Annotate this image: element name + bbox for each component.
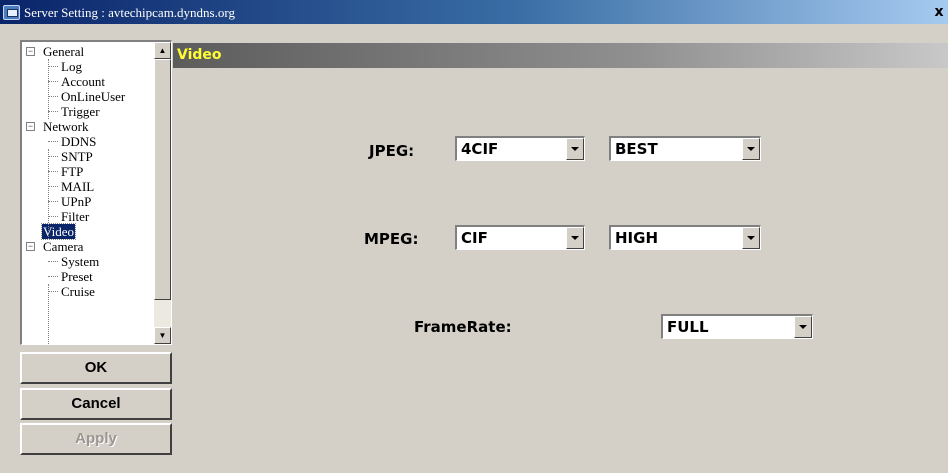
tree-item-system[interactable]: System bbox=[22, 254, 154, 269]
tree-group-network[interactable]: − Network bbox=[22, 119, 154, 134]
tree-item-label: SNTP bbox=[61, 149, 93, 164]
tree-scrollbar[interactable]: ▲ ▼ bbox=[154, 42, 171, 344]
collapse-icon[interactable]: − bbox=[26, 242, 35, 251]
app-icon bbox=[3, 5, 20, 20]
tree-group-general[interactable]: − General bbox=[22, 44, 154, 59]
tree-item-log[interactable]: Log bbox=[22, 59, 154, 74]
mpeg-quality-value: HIGH bbox=[615, 229, 659, 247]
jpeg-quality-value: BEST bbox=[615, 140, 658, 158]
tree-item-preset[interactable]: Preset bbox=[22, 269, 154, 284]
tree-item-ddns[interactable]: DDNS bbox=[22, 134, 154, 149]
tree-item-filter[interactable]: Filter bbox=[22, 209, 154, 224]
tree-item-label: Preset bbox=[61, 269, 93, 284]
mpeg-resolution-select[interactable]: CIF bbox=[455, 225, 585, 250]
tree-item-label: Filter bbox=[61, 209, 90, 224]
collapse-icon[interactable]: − bbox=[26, 122, 35, 131]
tree-item-account[interactable]: Account bbox=[22, 74, 154, 89]
tree-item-label: FTP bbox=[61, 164, 84, 179]
tree-item-label: UPnP bbox=[61, 194, 92, 209]
tree-group-label: General bbox=[43, 44, 85, 59]
scroll-up-icon[interactable]: ▲ bbox=[154, 42, 171, 59]
tree-group-label: Camera bbox=[43, 239, 84, 254]
section-title: Video bbox=[177, 47, 222, 63]
jpeg-resolution-select[interactable]: 4CIF bbox=[455, 136, 585, 161]
tree-item-label: DDNS bbox=[61, 134, 97, 149]
tree-group-label: Video bbox=[41, 223, 76, 240]
title-bar: Server Setting : avtechipcam.dyndns.org … bbox=[0, 0, 948, 24]
window-title: Server Setting : avtechipcam.dyndns.org bbox=[24, 5, 235, 20]
dropdown-arrow-icon[interactable] bbox=[794, 316, 812, 338]
scroll-down-icon[interactable]: ▼ bbox=[154, 327, 171, 344]
tree-group-camera[interactable]: − Camera bbox=[22, 239, 154, 254]
tree-item-label: System bbox=[61, 254, 100, 269]
tree-item-label: Log bbox=[61, 59, 82, 74]
tree-group-video[interactable]: Video bbox=[22, 223, 154, 240]
apply-button[interactable]: Apply bbox=[20, 423, 172, 455]
tree-item-sntp[interactable]: SNTP bbox=[22, 149, 154, 164]
mpeg-resolution-value: CIF bbox=[461, 229, 488, 247]
jpeg-resolution-value: 4CIF bbox=[461, 140, 499, 158]
settings-tree[interactable]: − General Log Account OnLineUser Trigger… bbox=[20, 40, 172, 345]
framerate-label: FrameRate: bbox=[414, 318, 512, 336]
collapse-icon[interactable]: − bbox=[26, 47, 35, 56]
tree-item-label: Trigger bbox=[61, 104, 100, 119]
framerate-value: FULL bbox=[667, 318, 709, 336]
mpeg-quality-select[interactable]: HIGH bbox=[609, 225, 761, 250]
tree-item-trigger[interactable]: Trigger bbox=[22, 104, 154, 119]
tree-item-label: OnLineUser bbox=[61, 89, 126, 104]
jpeg-quality-select[interactable]: BEST bbox=[609, 136, 761, 161]
tree-item-label: Account bbox=[61, 74, 106, 89]
dropdown-arrow-icon[interactable] bbox=[742, 227, 760, 249]
cancel-button[interactable]: Cancel bbox=[20, 388, 172, 420]
tree-item-upnp[interactable]: UPnP bbox=[22, 194, 154, 209]
tree-item-onlineuser[interactable]: OnLineUser bbox=[22, 89, 154, 104]
scroll-thumb[interactable] bbox=[154, 59, 171, 300]
close-icon[interactable]: x bbox=[932, 4, 946, 20]
tree-item-mail[interactable]: MAIL bbox=[22, 179, 154, 194]
dropdown-arrow-icon[interactable] bbox=[566, 227, 584, 249]
dropdown-arrow-icon[interactable] bbox=[566, 138, 584, 160]
framerate-select[interactable]: FULL bbox=[661, 314, 813, 339]
tree-item-ftp[interactable]: FTP bbox=[22, 164, 154, 179]
tree-item-label: MAIL bbox=[61, 179, 95, 194]
tree-group-label: Network bbox=[43, 119, 89, 134]
tree-item-cruise[interactable]: Cruise bbox=[22, 284, 154, 299]
mpeg-label: MPEG: bbox=[364, 230, 419, 248]
dropdown-arrow-icon[interactable] bbox=[742, 138, 760, 160]
ok-button[interactable]: OK bbox=[20, 352, 172, 384]
section-header: Video bbox=[173, 43, 948, 68]
jpeg-label: JPEG: bbox=[369, 142, 415, 160]
tree-item-label: Cruise bbox=[61, 284, 95, 299]
